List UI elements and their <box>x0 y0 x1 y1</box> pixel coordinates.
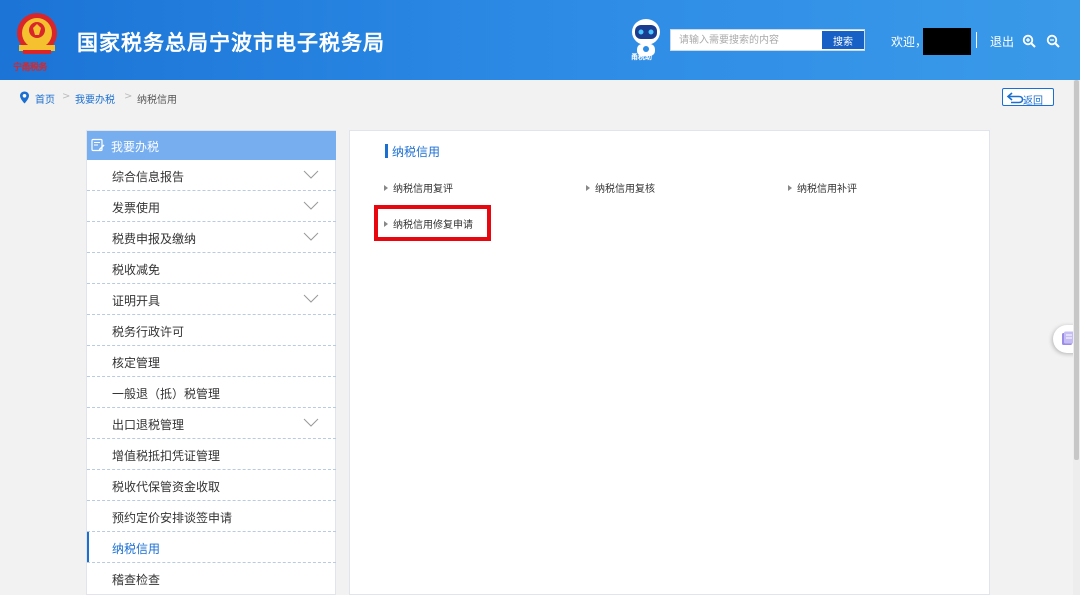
emblem-caption: 宁甬税务 <box>13 63 48 73</box>
breadcrumb-tax-service[interactable]: 我要办税 <box>75 91 115 106</box>
sidebar-item-label: 税费申报及缴纳 <box>112 232 197 246</box>
title-accent-bar <box>385 144 388 158</box>
sidebar-item-label: 发票使用 <box>112 201 161 215</box>
sidebar-menu: 我要办税 综合信息报告 发票使用 税费申报及缴纳 税收减免 证明开具 税务行政许… <box>86 130 336 595</box>
sidebar-item-inspection[interactable]: 稽查检查 <box>87 563 336 594</box>
sidebar-item-certificate[interactable]: 证明开具 <box>87 284 336 315</box>
chevron-down-icon <box>303 170 319 179</box>
sidebar-item-label: 税收代保管资金收取 <box>112 480 221 494</box>
top-header: 宁甬税务 国家税务总局宁波市电子税务局 甬税助 搜索 欢迎， 退出 <box>0 0 1080 80</box>
zoom-in-icon[interactable] <box>1022 34 1036 48</box>
highlight-box <box>374 205 491 241</box>
header-divider <box>976 32 977 48</box>
sidebar-header-label: 我要办税 <box>111 140 160 154</box>
link-label: 纳税信用复评 <box>393 184 453 195</box>
breadcrumb-home[interactable]: 首页 <box>35 91 55 106</box>
sidebar-item-label: 证明开具 <box>112 294 161 308</box>
link-label: 纳税信用复核 <box>595 184 655 195</box>
link-label: 纳税信用补评 <box>797 184 857 195</box>
page-scrollbar-thumb[interactable] <box>1074 80 1079 460</box>
robot-label: 甬税助 <box>631 53 652 61</box>
sidebar-item-admin-license[interactable]: 税务行政许可 <box>87 315 336 346</box>
sidebar-item-general-refund[interactable]: 一般退（抵）税管理 <box>87 377 336 408</box>
back-button[interactable]: 返回 <box>1002 88 1054 107</box>
welcome-text: 欢迎， <box>891 35 928 49</box>
sidebar-item-label: 预约定价安排谈签申请 <box>112 511 233 525</box>
breadcrumb-separator: > <box>124 91 133 102</box>
breadcrumb: 首页 > 我要办税 > 纳税信用 <box>0 80 1080 114</box>
sidebar-item-info-report[interactable]: 综合信息报告 <box>87 160 336 191</box>
sidebar-item-custody-funds[interactable]: 税收代保管资金收取 <box>87 470 336 501</box>
active-indicator <box>87 532 89 562</box>
search-button[interactable]: 搜索 <box>822 31 864 49</box>
location-pin-icon <box>20 91 29 104</box>
sidebar-item-label: 一般退（抵）税管理 <box>112 387 221 401</box>
back-label: 返回 <box>1023 96 1043 107</box>
chevron-down-icon <box>303 201 319 210</box>
sidebar-item-export-refund[interactable]: 出口退税管理 <box>87 408 336 439</box>
bullet-triangle-icon <box>788 185 792 191</box>
sidebar-item-label: 出口退税管理 <box>112 418 185 432</box>
content-panel: 纳税信用 纳税信用复评 纳税信用复核 纳税信用补评 纳税信用修复申请 <box>349 130 990 595</box>
sidebar-item-label: 核定管理 <box>112 356 161 370</box>
sidebar-item-label: 综合信息报告 <box>112 170 185 184</box>
link-credit-supplementary[interactable]: 纳税信用补评 <box>788 180 857 195</box>
sidebar-item-declaration[interactable]: 税费申报及缴纳 <box>87 222 336 253</box>
sidebar-header[interactable]: 我要办税 <box>87 131 336 160</box>
sidebar-item-label: 增值税抵扣凭证管理 <box>112 449 221 463</box>
search-box: 搜索 <box>670 29 865 51</box>
username-redacted <box>923 28 971 55</box>
sidebar-item-vat-voucher[interactable]: 增值税抵扣凭证管理 <box>87 439 336 470</box>
site-title[interactable]: 国家税务总局宁波市电子税务局 <box>77 27 385 57</box>
sidebar-item-label: 纳税信用 <box>112 542 161 556</box>
sidebar-item-assessment[interactable]: 核定管理 <box>87 346 336 377</box>
zoom-out-icon[interactable] <box>1046 34 1060 48</box>
sidebar-item-label: 税收减免 <box>112 263 161 277</box>
search-input[interactable] <box>671 30 821 50</box>
chevron-down-icon <box>303 294 319 303</box>
bullet-triangle-icon <box>586 185 590 191</box>
sidebar-item-apa[interactable]: 预约定价安排谈签申请 <box>87 501 336 532</box>
breadcrumb-separator: > <box>62 91 71 102</box>
bullet-triangle-icon <box>384 185 388 191</box>
sidebar-item-tax-credit[interactable]: 纳税信用 <box>87 532 336 563</box>
sidebar-item-invoice[interactable]: 发票使用 <box>87 191 336 222</box>
breadcrumb-current: 纳税信用 <box>137 95 177 106</box>
edit-note-icon <box>91 138 105 152</box>
chevron-down-icon <box>303 418 319 427</box>
sidebar-item-label: 稽查检查 <box>112 573 161 587</box>
tax-emblem-icon <box>17 13 57 54</box>
chevron-down-icon <box>303 232 319 241</box>
sidebar-item-tax-reduction[interactable]: 税收减免 <box>87 253 336 284</box>
link-credit-reevaluation[interactable]: 纳税信用复评 <box>384 180 453 195</box>
link-credit-review[interactable]: 纳税信用复核 <box>586 180 655 195</box>
logout-link[interactable]: 退出 <box>990 33 1014 50</box>
sidebar-item-label: 税务行政许可 <box>112 325 185 339</box>
panel-title: 纳税信用 <box>392 145 441 159</box>
